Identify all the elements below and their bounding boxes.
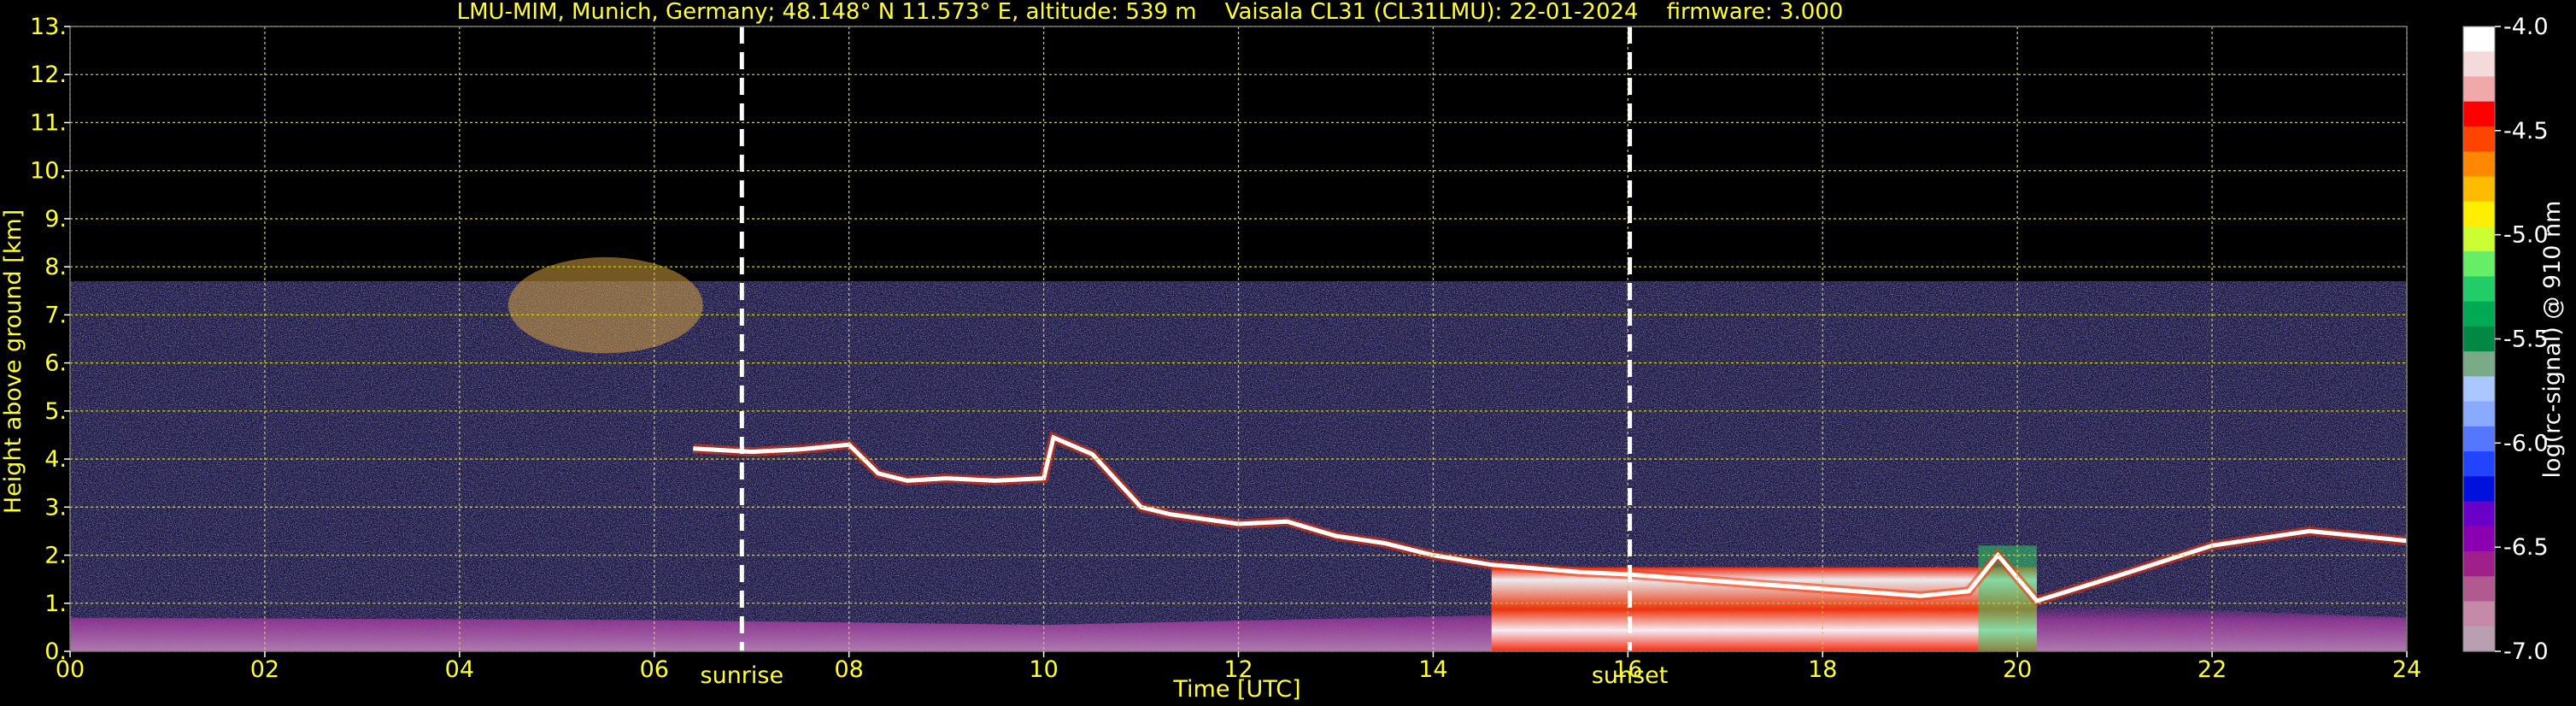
- y-tick-label: 3.: [44, 494, 67, 521]
- y-tick-label: 1.: [44, 591, 67, 617]
- colorbar-swatch: [2463, 351, 2495, 377]
- x-tick-label: 02: [250, 656, 279, 683]
- colorbar-swatch: [2463, 251, 2495, 277]
- colorbar-tick-label: -4.5: [2503, 118, 2549, 144]
- x-tick-label: 18: [1808, 656, 1837, 683]
- y-axis: 0. 1. 2. 3. 4. 5. 6. 7. 8. 9. 10. 11. 12. 13.: [30, 14, 70, 665]
- y-tick-label: 11.: [30, 109, 67, 136]
- y-tick-label: 6.: [44, 350, 67, 377]
- y-tick-label: 7.: [44, 302, 67, 328]
- y-tick-label: 8.: [44, 254, 67, 280]
- y-axis-title: Height above ground [km]: [0, 209, 26, 514]
- colorbar-swatch: [2463, 476, 2495, 503]
- colorbar-swatch: [2463, 51, 2495, 78]
- colorbar-swatch: [2463, 526, 2495, 552]
- x-tick-label: 20: [2003, 656, 2032, 683]
- colorbar-swatch: [2463, 401, 2495, 427]
- y-tick-label: 4.: [44, 446, 67, 473]
- chart-title: LMU-MIM, Munich, Germany; 48.148° N 11.5…: [457, 0, 1844, 25]
- x-tick-label: 14: [1418, 656, 1447, 683]
- colorbar-swatch: [2463, 276, 2495, 303]
- ceilometer-chart: sunrise sunset 00 02 04 06 08 10 12 14 16 18 20 22 24…: [0, 0, 2566, 703]
- x-tick-label: 06: [640, 656, 669, 683]
- colorbar-tick-label: -4.0: [2503, 14, 2549, 40]
- x-tick-label: 04: [445, 656, 474, 683]
- colorbar-swatch: [2463, 326, 2495, 352]
- colorbar-swatch: [2463, 426, 2495, 452]
- colorbar-swatch: [2463, 451, 2495, 477]
- x-tick-label: 24: [2392, 656, 2421, 683]
- x-tick-label: 16: [1613, 656, 1642, 683]
- colorbar-swatch: [2463, 626, 2495, 652]
- y-tick-label: 0.: [44, 638, 67, 665]
- y-tick-label: 13.: [30, 14, 67, 40]
- colorbar-swatch: [2463, 101, 2495, 127]
- colorbar-swatch: [2463, 76, 2495, 103]
- colorbar-swatch: [2463, 126, 2495, 152]
- colorbar: -4.0-4.5-5.0-5.5-6.0-6.5-7.0 log(rc-sign…: [2462, 14, 2566, 665]
- colorbar-swatch: [2463, 151, 2495, 178]
- colorbar-swatch: [2463, 26, 2495, 52]
- colorbar-swatch: [2463, 301, 2495, 327]
- high-cloud-patch: [508, 256, 703, 354]
- y-tick-label: 2.: [44, 543, 67, 569]
- x-tick-label: 08: [834, 656, 863, 683]
- x-tick-label: 10: [1029, 656, 1058, 683]
- colorbar-swatch: [2463, 376, 2495, 403]
- x-axis-title: Time [UTC]: [1172, 676, 1300, 703]
- colorbar-label: log(rc-signal) @ 910 nm: [2539, 201, 2566, 479]
- colorbar-swatch: [2463, 201, 2495, 227]
- colorbar-tick-label: -7.0: [2503, 638, 2549, 665]
- colorbar-tick-label: -6.5: [2503, 534, 2549, 561]
- sunrise-label: sunrise: [701, 662, 784, 689]
- y-tick-label: 12.: [30, 62, 67, 88]
- colorbar-swatch: [2463, 176, 2495, 203]
- y-tick-label: 5.: [44, 398, 67, 425]
- y-tick-label: 10.: [30, 158, 67, 185]
- x-tick-label: 22: [2198, 656, 2227, 683]
- colorbar-swatch: [2463, 601, 2495, 627]
- y-tick-label: 9.: [44, 206, 67, 232]
- colorbar-swatch: [2463, 501, 2495, 527]
- colorbar-swatches: [2463, 26, 2495, 652]
- colorbar-swatch: [2463, 226, 2495, 252]
- plot-area: sunrise sunset: [69, 26, 2408, 689]
- colorbar-swatch: [2463, 576, 2495, 603]
- colorbar-swatch: [2463, 551, 2495, 577]
